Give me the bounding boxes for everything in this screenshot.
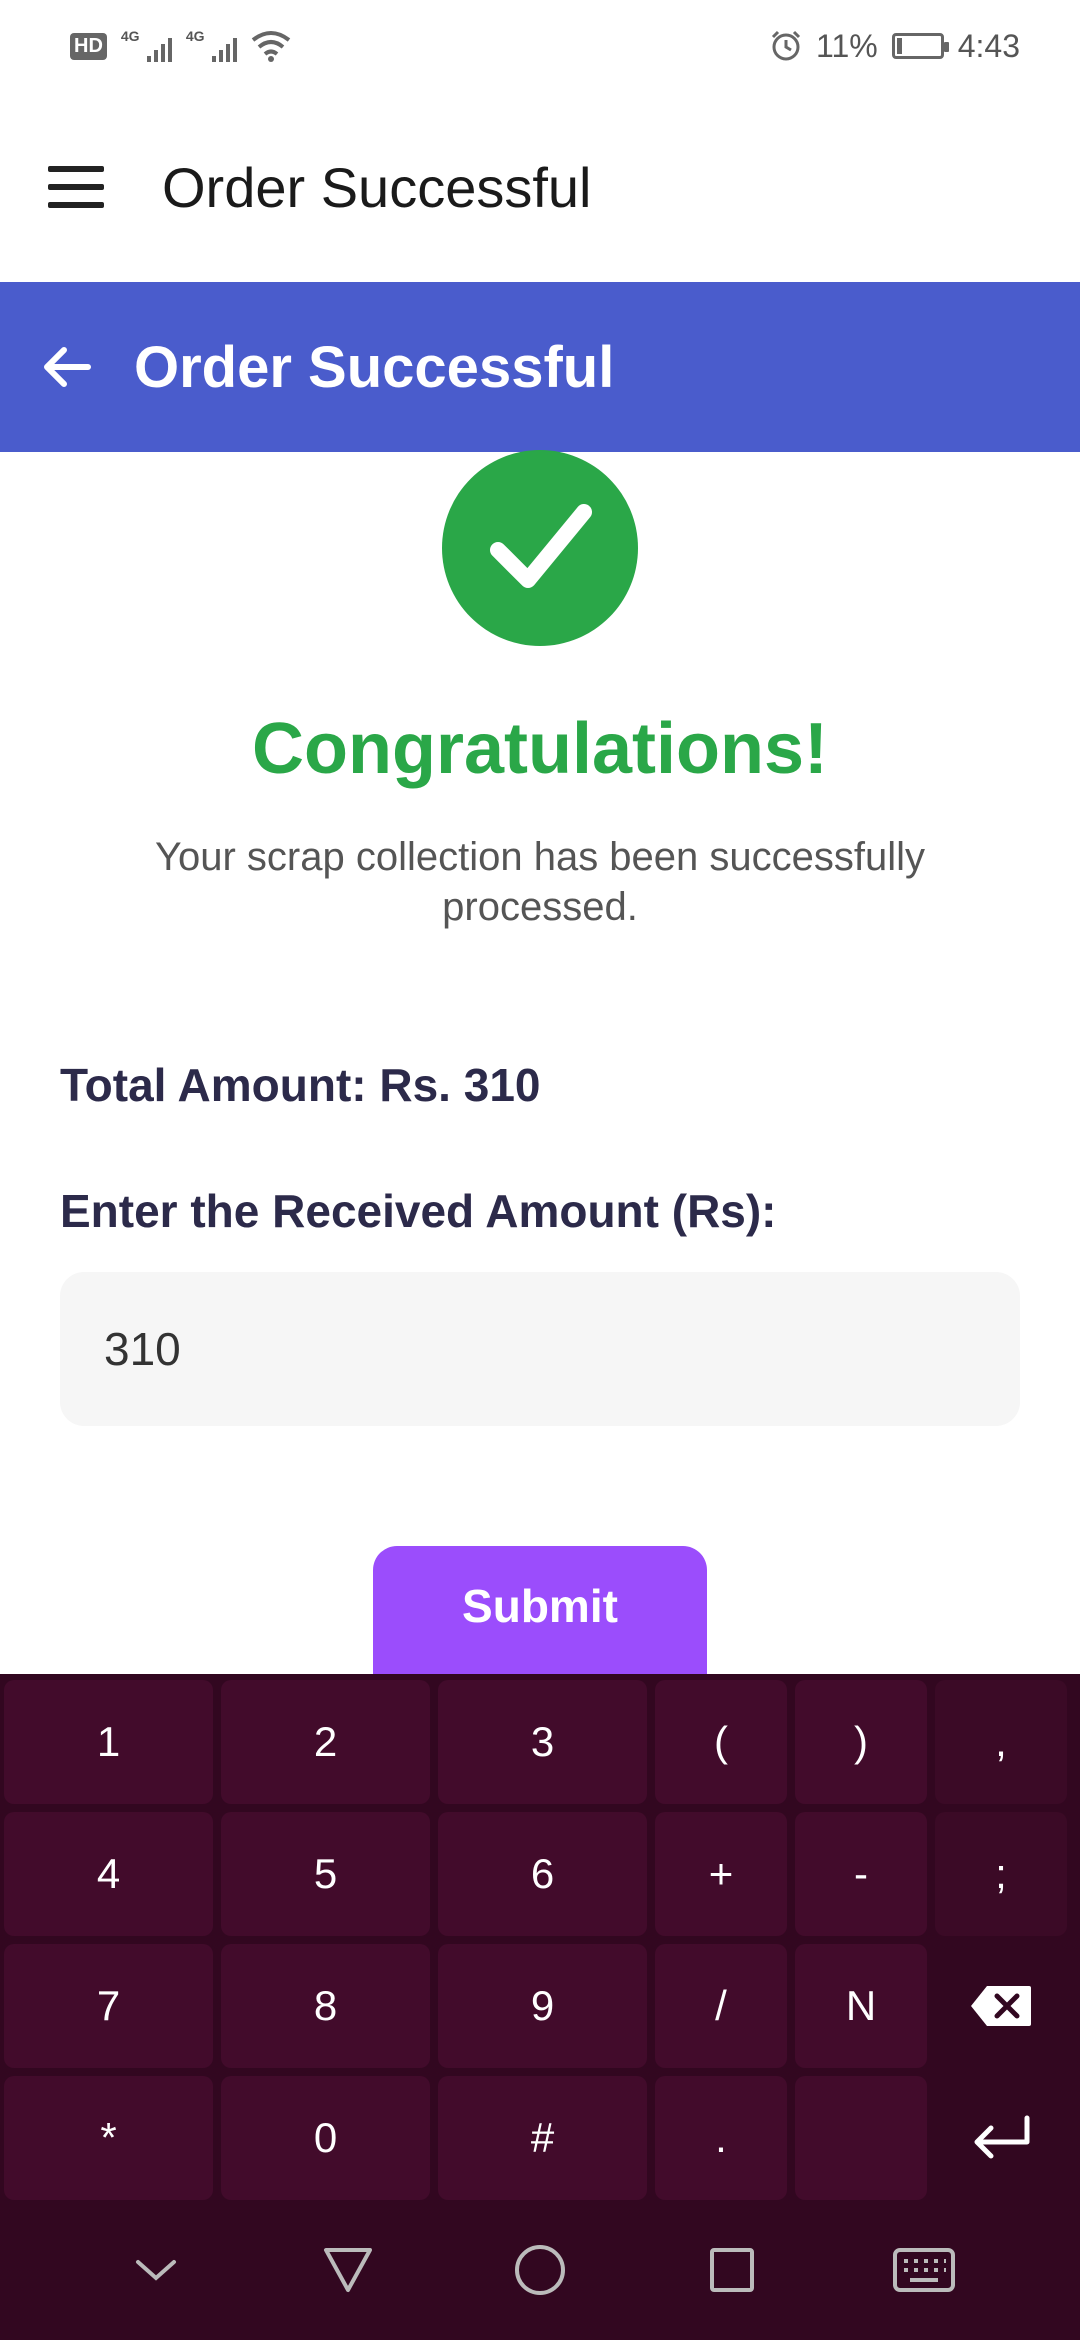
backspace-key[interactable] [935,1944,1067,2068]
success-message: Your scrap collection has been successfu… [154,835,926,929]
backspace-icon [971,1986,1031,2026]
key-2[interactable]: 2 [221,1680,430,1804]
battery-percent: 11% [816,27,878,64]
system-nav-bar [0,2200,1080,2340]
keyboard-row-4: * 0 # . [4,2076,1076,2200]
nav-home-button[interactable] [490,2220,590,2320]
app-bar: Order Successful [0,92,1080,282]
enter-icon [974,2115,1030,2159]
key-1[interactable]: 1 [4,1680,213,1804]
status-time: 4:43 [957,27,1020,64]
numeric-keyboard: 1 2 3 ( ) , 4 5 6 + - ; 7 8 9 / N * 0 # … [0,1674,1080,2200]
status-bar: HD 4G 4G 11% 4:43 [0,0,1080,92]
sim2-signal-icon: 4G [185,28,237,62]
status-left: HD 4G 4G [70,28,291,62]
key-minus[interactable]: - [795,1812,927,1936]
enter-key[interactable] [935,2076,1067,2200]
key-close-paren[interactable]: ) [795,1680,927,1804]
keyboard-row-2: 4 5 6 + - ; [4,1812,1076,1936]
square-recents-icon [710,2248,754,2292]
received-amount-input[interactable] [60,1272,1020,1426]
battery-charging-icon [891,33,949,59]
checkmark-icon [490,504,592,588]
key-comma[interactable]: , [935,1680,1067,1804]
key-7[interactable]: 7 [4,1944,213,2068]
chevron-down-icon [136,2260,176,2281]
circle-home-icon [515,2245,565,2295]
key-semicolon[interactable]: ; [935,1812,1067,1936]
key-plus[interactable]: + [655,1812,787,1936]
back-arrow-icon[interactable] [38,338,96,396]
keyboard-icon [893,2248,955,2292]
status-right: 11% 4:43 [770,28,1020,65]
page-header: Order Successful [0,282,1080,452]
key-3[interactable]: 3 [438,1680,647,1804]
key-asterisk[interactable]: * [4,2076,213,2200]
key-slash[interactable]: / [655,1944,787,2068]
key-4[interactable]: 4 [4,1812,213,1936]
sim1-network-label: 4G [120,28,140,44]
key-n[interactable]: N [795,1944,927,2068]
keyboard-row-1: 1 2 3 ( ) , [4,1680,1076,1804]
app-bar-title: Order Successful [162,155,592,219]
nav-back-button[interactable] [298,2220,398,2320]
keyboard-row-3: 7 8 9 / N [4,1944,1076,2068]
received-amount-label: Enter the Received Amount (Rs): [60,1185,777,1237]
sim2-network-label: 4G [185,28,205,44]
key-hash[interactable]: # [438,2076,647,2200]
key-6[interactable]: 6 [438,1812,647,1936]
key-8[interactable]: 8 [221,1944,430,2068]
key-0[interactable]: 0 [221,2076,430,2200]
key-space[interactable] [795,2076,927,2200]
hide-keyboard-button[interactable] [106,2220,206,2320]
key-9[interactable]: 9 [438,1944,647,2068]
key-open-paren[interactable]: ( [655,1680,787,1804]
nav-recents-button[interactable] [682,2220,782,2320]
sim1-signal-icon: 4G [120,28,172,62]
congratulations-heading: Congratulations! [252,709,828,789]
hamburger-menu-icon[interactable] [48,166,104,208]
alarm-clock-icon [771,30,801,61]
success-badge [442,450,638,646]
total-amount: Total Amount: Rs. 310 [60,1059,541,1111]
triangle-back-icon [324,2248,372,2292]
keyboard-switch-button[interactable] [874,2220,974,2320]
page-title: Order Successful [134,334,615,400]
hd-badge: HD [70,32,107,60]
key-period[interactable]: . [655,2076,787,2200]
wifi-icon [251,31,291,62]
key-5[interactable]: 5 [221,1812,430,1936]
